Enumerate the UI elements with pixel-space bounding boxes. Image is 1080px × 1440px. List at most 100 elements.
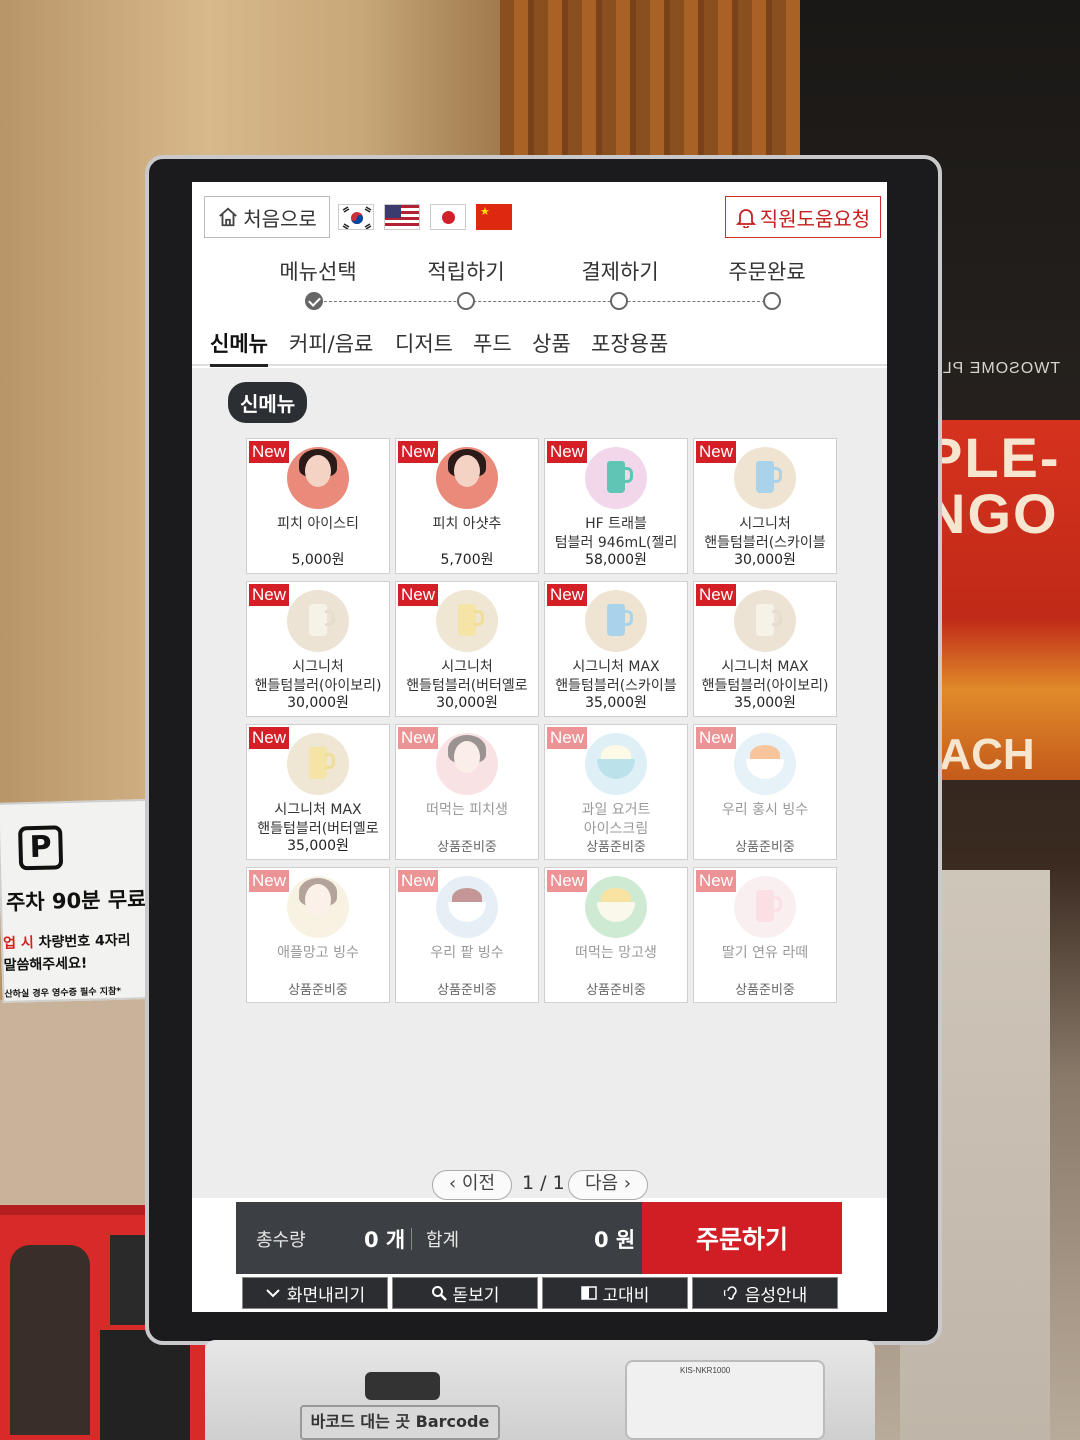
menu-content: 신메뉴 New 피치 아이스티 5,000원 New 피치 아샷추 5,700원 New HF… (192, 368, 887, 1200)
magnifier-icon (431, 1286, 447, 1301)
summary-divider (411, 1228, 412, 1250)
step-circle-icon (763, 292, 781, 310)
product-card[interactable]: New 떠먹는 피치생 상품준비중 (395, 724, 539, 860)
product-name: 시그니처 MAX 핸들텀블러(스카이블 (555, 659, 677, 694)
product-thumbnail (734, 447, 796, 509)
ear-icon (723, 1286, 737, 1300)
product-name: 시그니처 핸들텀블러(버터옐로 (406, 659, 528, 694)
product-card[interactable]: New 시그니처 MAX 핸들텀블러(아이보리) 35,000원 (693, 581, 837, 717)
magnifier-button[interactable]: 돋보기 (392, 1277, 538, 1309)
thumb-face (454, 741, 480, 773)
parking-line3: 말씀해주세요! (3, 955, 88, 974)
thumb-handle (325, 610, 335, 626)
section-title: 신메뉴 (228, 382, 308, 423)
total-quantity-label: 총수량 (256, 1230, 306, 1251)
product-card[interactable]: New 피치 아샷추 5,700원 (395, 438, 539, 574)
store-sign: TWOSOME PLA (930, 360, 1061, 377)
new-badge: New (249, 870, 290, 892)
tab-goods[interactable]: 상품 (532, 328, 571, 364)
product-card[interactable]: New 딸기 연유 라떼 상품준비중 (693, 867, 837, 1003)
product-thumbnail (734, 590, 796, 652)
thumb-handle (474, 610, 484, 626)
pagination: ‹ 이전 1 / 1 다음 › (192, 1168, 887, 1202)
language-english-flag-icon[interactable] (384, 204, 420, 230)
product-price: 35,000원 (287, 838, 349, 854)
bell-icon (735, 209, 756, 228)
staff-help-button[interactable]: 직원도움요청 (725, 196, 881, 238)
product-name: 우리 팥 빙수 (430, 945, 504, 961)
order-button[interactable]: 주문하기 (642, 1202, 842, 1274)
product-price: 30,000원 (436, 695, 498, 711)
product-card[interactable]: New 우리 팥 빙수 상품준비중 (395, 867, 539, 1003)
thumb-face (454, 455, 480, 487)
product-card[interactable]: New HF 트래블 텀블러 946mL(젤리 58,000원 (544, 438, 688, 574)
thumb-bowl (448, 902, 486, 922)
product-card[interactable]: New 시그니처 핸들텀블러(스카이블 30,000원 (693, 438, 837, 574)
new-badge: New (249, 584, 290, 606)
product-name: 우리 홍시 빙수 (721, 802, 809, 818)
product-thumbnail (585, 447, 647, 509)
product-card[interactable]: New 떠먹는 망고생 상품준비중 (544, 867, 688, 1003)
product-name: HF 트래블 텀블러 946mL(젤리 (554, 516, 678, 551)
tab-dessert[interactable]: 디저트 (395, 328, 453, 364)
shelf-product-box (100, 1330, 190, 1440)
product-name: 애플망고 빙수 (277, 945, 359, 961)
thumb-face (305, 455, 331, 487)
new-badge: New (249, 441, 290, 463)
product-card[interactable]: New 애플망고 빙수 상품준비중 (246, 867, 390, 1003)
new-badge: New (547, 870, 588, 892)
product-price: 35,000원 (585, 695, 647, 711)
tab-coffee-drinks[interactable]: 커피/음료 (289, 328, 373, 364)
poster-text: PLE- NGO (925, 426, 1061, 545)
product-card[interactable]: New 시그니처 MAX 핸들텀블러(스카이블 35,000원 (544, 581, 688, 717)
tab-food[interactable]: 푸드 (473, 328, 512, 364)
product-card[interactable]: New 시그니처 핸들텀블러(버터옐로 30,000원 (395, 581, 539, 717)
thumb-face (305, 884, 331, 916)
product-card[interactable]: New 피치 아이스티 5,000원 (246, 438, 390, 574)
new-badge: New (547, 441, 588, 463)
high-contrast-button[interactable]: 고대비 (542, 1277, 688, 1309)
tab-new-menu[interactable]: 신메뉴 (210, 328, 268, 367)
language-japanese-flag-icon[interactable] (430, 204, 466, 230)
product-name: 딸기 연유 라떼 (721, 945, 809, 961)
language-korean-flag-icon[interactable] (338, 204, 374, 230)
home-label: 처음으로 (243, 206, 317, 231)
product-price: 5,700원 (440, 552, 494, 568)
product-grid: New 피치 아이스티 5,000원 New 피치 아샷추 5,700원 New HF 트래블… (246, 438, 842, 1003)
product-thumbnail (734, 876, 796, 938)
product-thumbnail (436, 447, 498, 509)
new-badge: New (696, 870, 737, 892)
new-badge: New (547, 584, 588, 606)
step-circle-icon (610, 292, 628, 310)
parking-line1: 주차 90분 무료 (5, 887, 147, 915)
product-thumbnail (436, 590, 498, 652)
total-quantity-value: 0 개 (364, 1228, 406, 1252)
step-check-icon (305, 292, 323, 310)
thumb-handle (623, 467, 633, 483)
staff-help-label: 직원도움요청 (759, 206, 871, 231)
product-card[interactable]: New 시그니처 MAX 핸들텀블러(버터옐로 35,000원 (246, 724, 390, 860)
product-status: 상품준비중 (437, 983, 497, 998)
language-chinese-flag-icon[interactable]: ★ (476, 204, 512, 230)
prev-page-button[interactable]: ‹ 이전 (432, 1170, 512, 1200)
step-menu-select: 메뉴선택 (279, 260, 357, 284)
contrast-icon (580, 1286, 597, 1300)
kiosk-screen: 처음으로 ★ 직원도움요청 메뉴선택 적립하기 결제하기 주문완료 신메뉴 커피… (192, 182, 887, 1312)
next-page-button[interactable]: 다음 › (568, 1170, 648, 1200)
home-button[interactable]: 처음으로 (204, 196, 330, 238)
background-wood-panel (500, 0, 820, 170)
voice-guide-button[interactable]: 음성안내 (692, 1277, 838, 1309)
tab-packaging[interactable]: 포장용품 (591, 328, 668, 364)
scroll-down-screen-button[interactable]: 화면내리기 (242, 1277, 388, 1309)
thumb-handle (772, 896, 782, 912)
step-payment: 결제하기 (581, 260, 659, 284)
product-card[interactable]: New 우리 홍시 빙수 상품준비중 (693, 724, 837, 860)
high-contrast-label: 고대비 (602, 1285, 650, 1306)
voice-guide-label: 음성안내 (744, 1285, 808, 1306)
step-complete: 주문완료 (728, 260, 806, 284)
product-card[interactable]: New 과일 요거트 아이스크림 상품준비중 (544, 724, 688, 860)
product-thumbnail (287, 447, 349, 509)
product-price: 30,000원 (287, 695, 349, 711)
product-card[interactable]: New 시그니처 핸들텀블러(아이보리) 30,000원 (246, 581, 390, 717)
parking-icon: P (18, 825, 64, 871)
